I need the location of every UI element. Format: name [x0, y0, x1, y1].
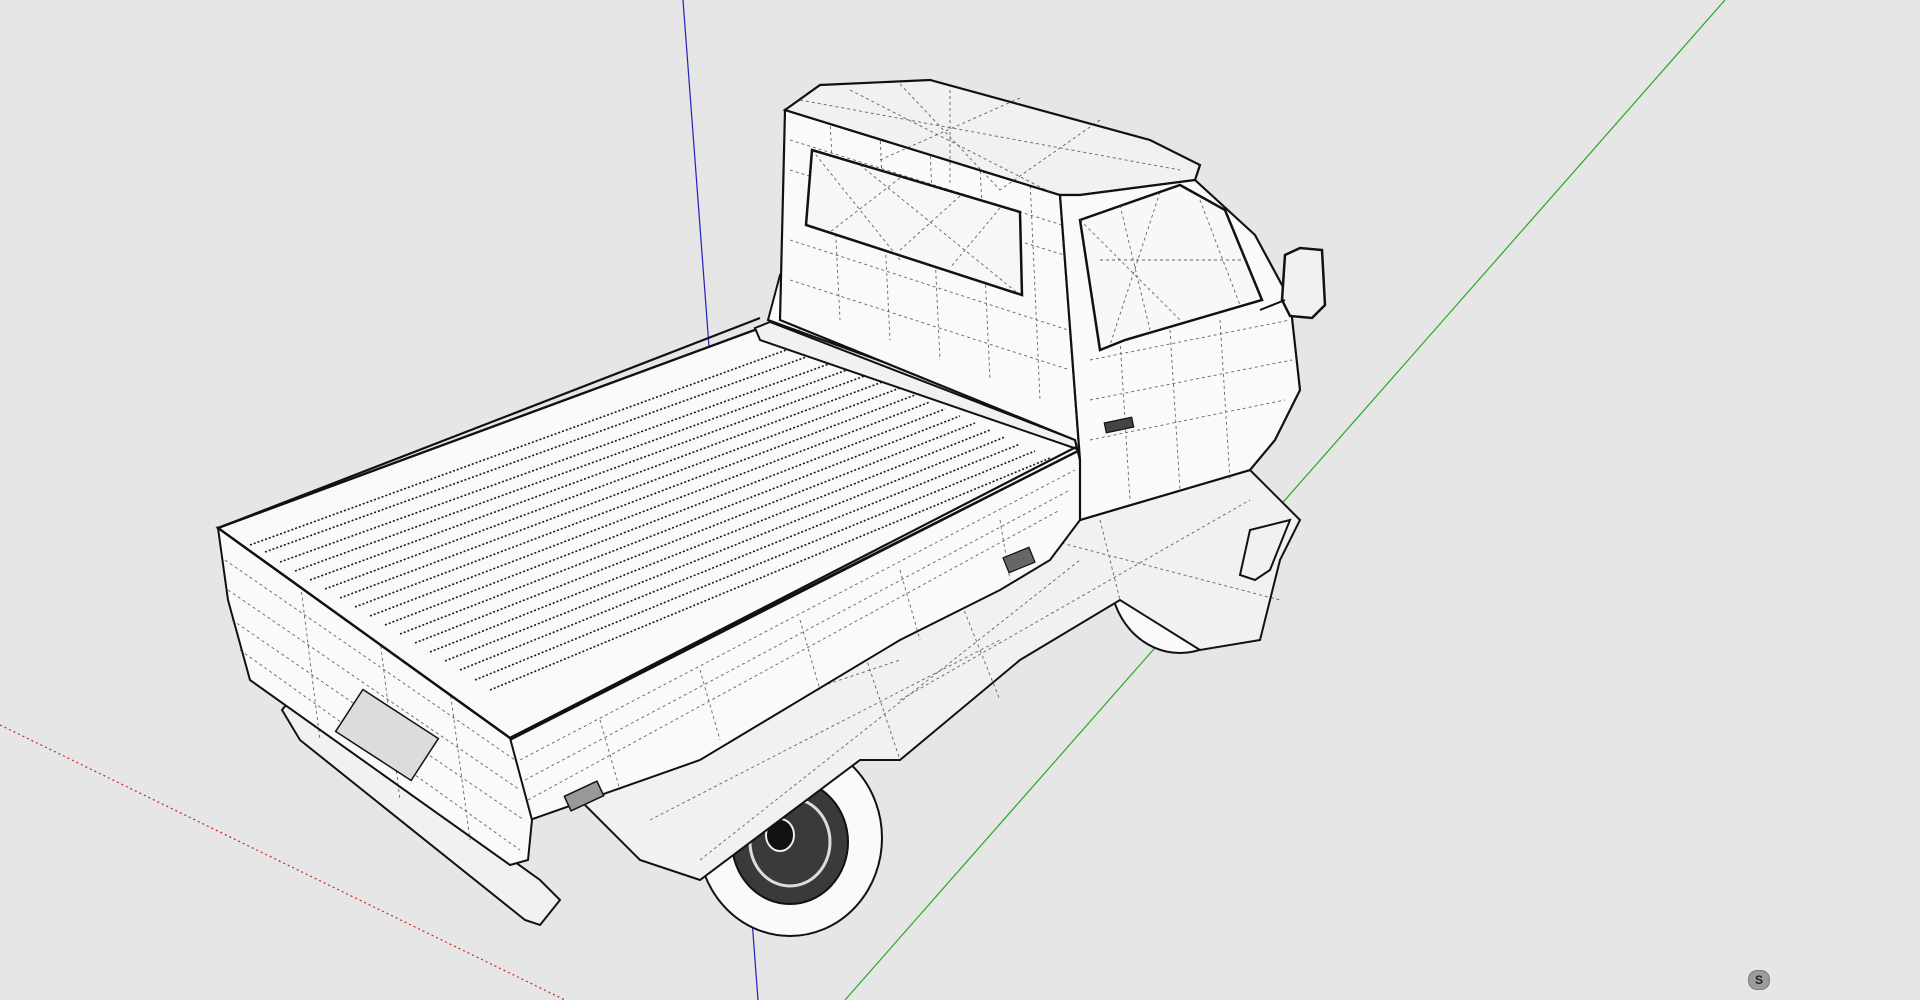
- truck-model[interactable]: [215, 78, 1327, 937]
- 3d-viewport[interactable]: S: [0, 0, 1920, 1000]
- sketchup-logo-icon[interactable]: S: [1748, 970, 1770, 990]
- side-mirror: [1280, 246, 1327, 320]
- model-canvas[interactable]: [0, 0, 1920, 1000]
